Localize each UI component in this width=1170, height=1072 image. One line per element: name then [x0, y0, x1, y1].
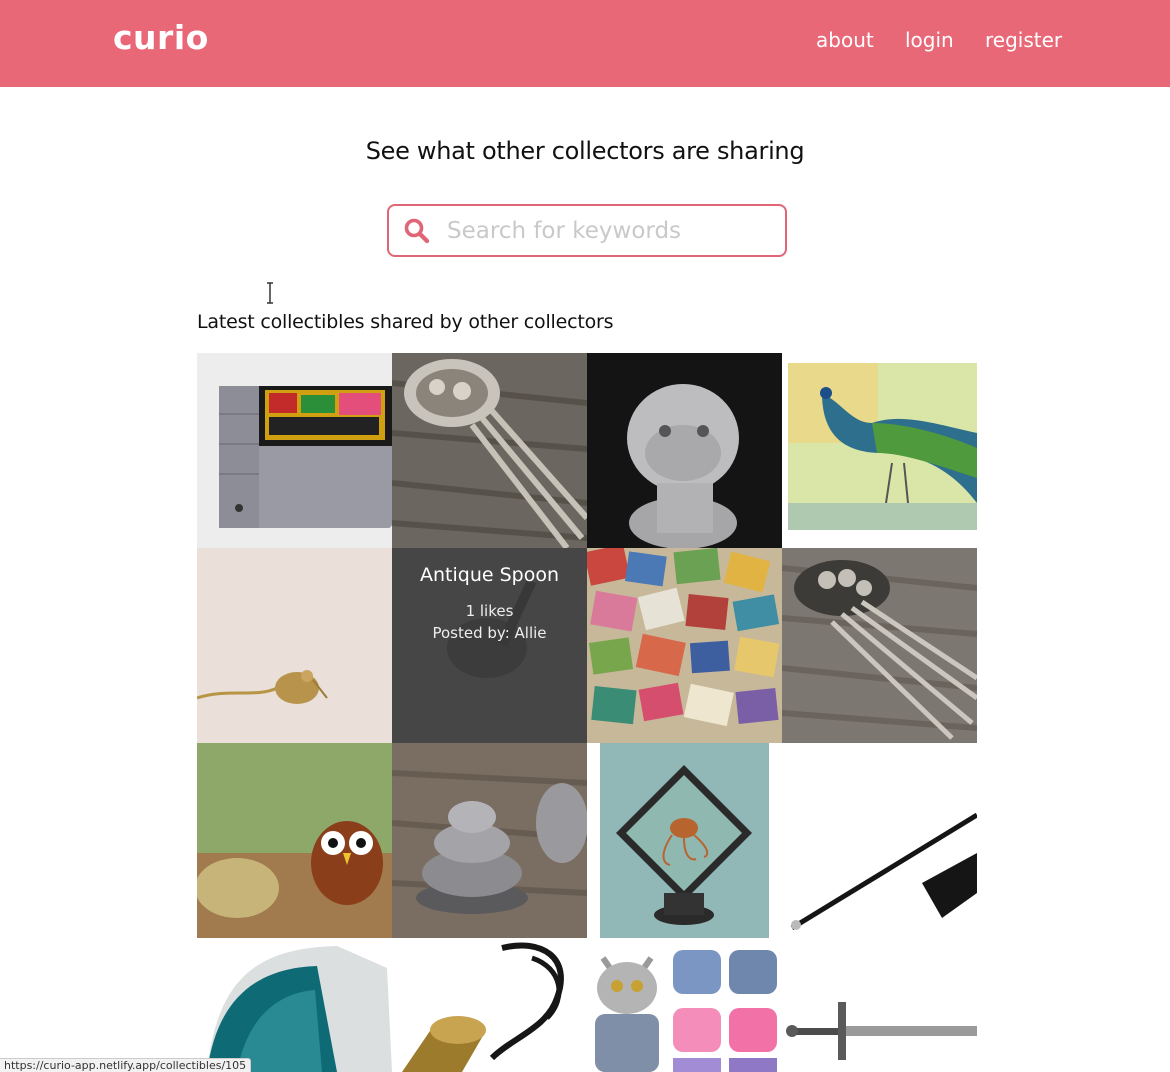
browser-status-url: https://curio-app.netlify.app/collectibl…	[0, 1058, 252, 1072]
collectible-tile[interactable]	[392, 353, 587, 548]
search-input[interactable]	[447, 216, 767, 246]
collectible-tile-hovered[interactable]: Antique Spoon 1 likes Posted by: Allie	[392, 548, 587, 743]
postage-stamps-image	[587, 548, 782, 743]
riding-crop-image	[782, 743, 977, 938]
filigree-hair-pin-image	[392, 353, 587, 548]
item-likes: 1 likes	[465, 602, 514, 620]
curio-logo[interactable]: curio	[113, 18, 209, 57]
antique-hair-comb-image	[782, 548, 977, 743]
feed-title: Latest collectibles shared by other coll…	[197, 311, 614, 333]
collectible-tile[interactable]	[197, 548, 392, 743]
item-hover-overlay[interactable]: Antique Spoon 1 likes Posted by: Allie	[392, 548, 587, 743]
kiwi-pendant-image	[197, 548, 392, 743]
nav-link-about[interactable]: about	[816, 28, 874, 52]
search-box[interactable]	[387, 204, 787, 257]
nav-link-register[interactable]: register	[985, 28, 1062, 52]
text-cursor-icon	[267, 282, 273, 304]
fantasy-sword-image	[782, 938, 977, 1072]
collectible-tile[interactable]	[782, 938, 977, 1072]
collectible-tile[interactable]	[197, 938, 392, 1072]
collectible-tile[interactable]	[197, 743, 392, 938]
snes-cartridge-image	[197, 353, 392, 548]
metal-knob-image	[392, 743, 587, 938]
collectible-tile[interactable]	[392, 743, 587, 938]
peacock-watercolor-image	[782, 353, 977, 548]
magnifier-icon[interactable]	[403, 217, 431, 245]
collectible-tile[interactable]	[197, 353, 392, 548]
collectible-tile[interactable]	[782, 353, 977, 548]
collectible-tile[interactable]	[782, 548, 977, 743]
navbar: curio about login register	[0, 0, 1170, 87]
imac-g3-image	[197, 938, 392, 1072]
collectible-tile[interactable]	[600, 743, 769, 938]
item-posted-by: Posted by: Allie	[432, 624, 547, 642]
item-title[interactable]: Antique Spoon	[392, 564, 587, 586]
collectible-tile[interactable]	[587, 548, 782, 743]
glass-owl-image	[197, 743, 392, 938]
brass-horn-pendant-image	[392, 938, 587, 1072]
octopus-specimen-image	[600, 743, 769, 938]
collectible-tile[interactable]	[587, 353, 782, 548]
bulldog-figurine-image	[587, 353, 782, 548]
page-title: See what other collectors are sharing	[365, 137, 805, 165]
collectible-tile[interactable]	[587, 938, 782, 1072]
cat-sweaters-image	[587, 938, 782, 1072]
nav-link-login[interactable]: login	[905, 28, 954, 52]
collectible-tile[interactable]	[782, 743, 977, 938]
collectible-tile[interactable]	[392, 938, 587, 1072]
